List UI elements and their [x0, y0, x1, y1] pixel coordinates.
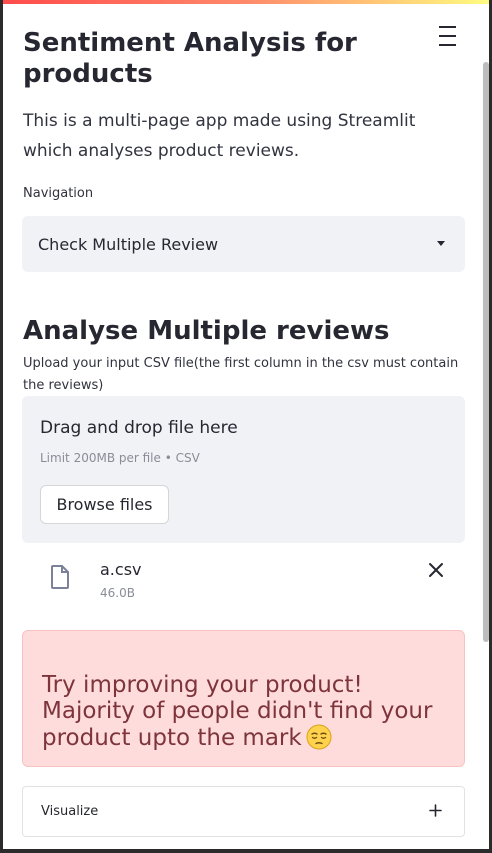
intro-text: This is a multi-page app made using Stre… [23, 111, 416, 161]
navigation-selected-value: Check Multiple Review [38, 234, 219, 254]
hamburger-menu-icon[interactable] [436, 26, 460, 46]
file-name: a.csv [100, 560, 142, 579]
file-icon [51, 565, 69, 589]
file-size: 46.0B [100, 586, 135, 600]
scrollbar[interactable] [483, 62, 489, 642]
upload-label: Upload your input CSV file(the first col… [23, 356, 459, 393]
dropzone-title: Drag and drop file here [40, 418, 238, 438]
navigation-select[interactable]: Check Multiple Review [22, 216, 465, 272]
error-alert: Try improving your product! Majority of … [22, 630, 465, 767]
file-dropzone[interactable]: Drag and drop file here Limit 200MB per … [22, 396, 465, 543]
visualize-expander[interactable]: Visualize [22, 786, 465, 837]
section-heading: Analyse Multiple reviews [23, 316, 390, 346]
navigation-label: Navigation [23, 186, 94, 201]
close-icon[interactable] [426, 560, 446, 580]
expander-label: Visualize [41, 804, 99, 819]
alert-message: Try improving your product! Majority of … [42, 672, 452, 751]
page-title: Sentiment Analysis for products [23, 28, 357, 89]
app-header-decoration [0, 0, 492, 4]
browse-files-button[interactable]: Browse files [40, 485, 169, 524]
caret-down-icon [437, 241, 445, 246]
plus-icon [429, 804, 442, 817]
uploaded-file: a.csv 46.0B [22, 556, 465, 612]
dropzone-limit: Limit 200MB per file • CSV [40, 451, 200, 465]
pensive-face-icon [306, 724, 332, 750]
alert-text: Try improving your product! Majority of … [42, 672, 433, 751]
